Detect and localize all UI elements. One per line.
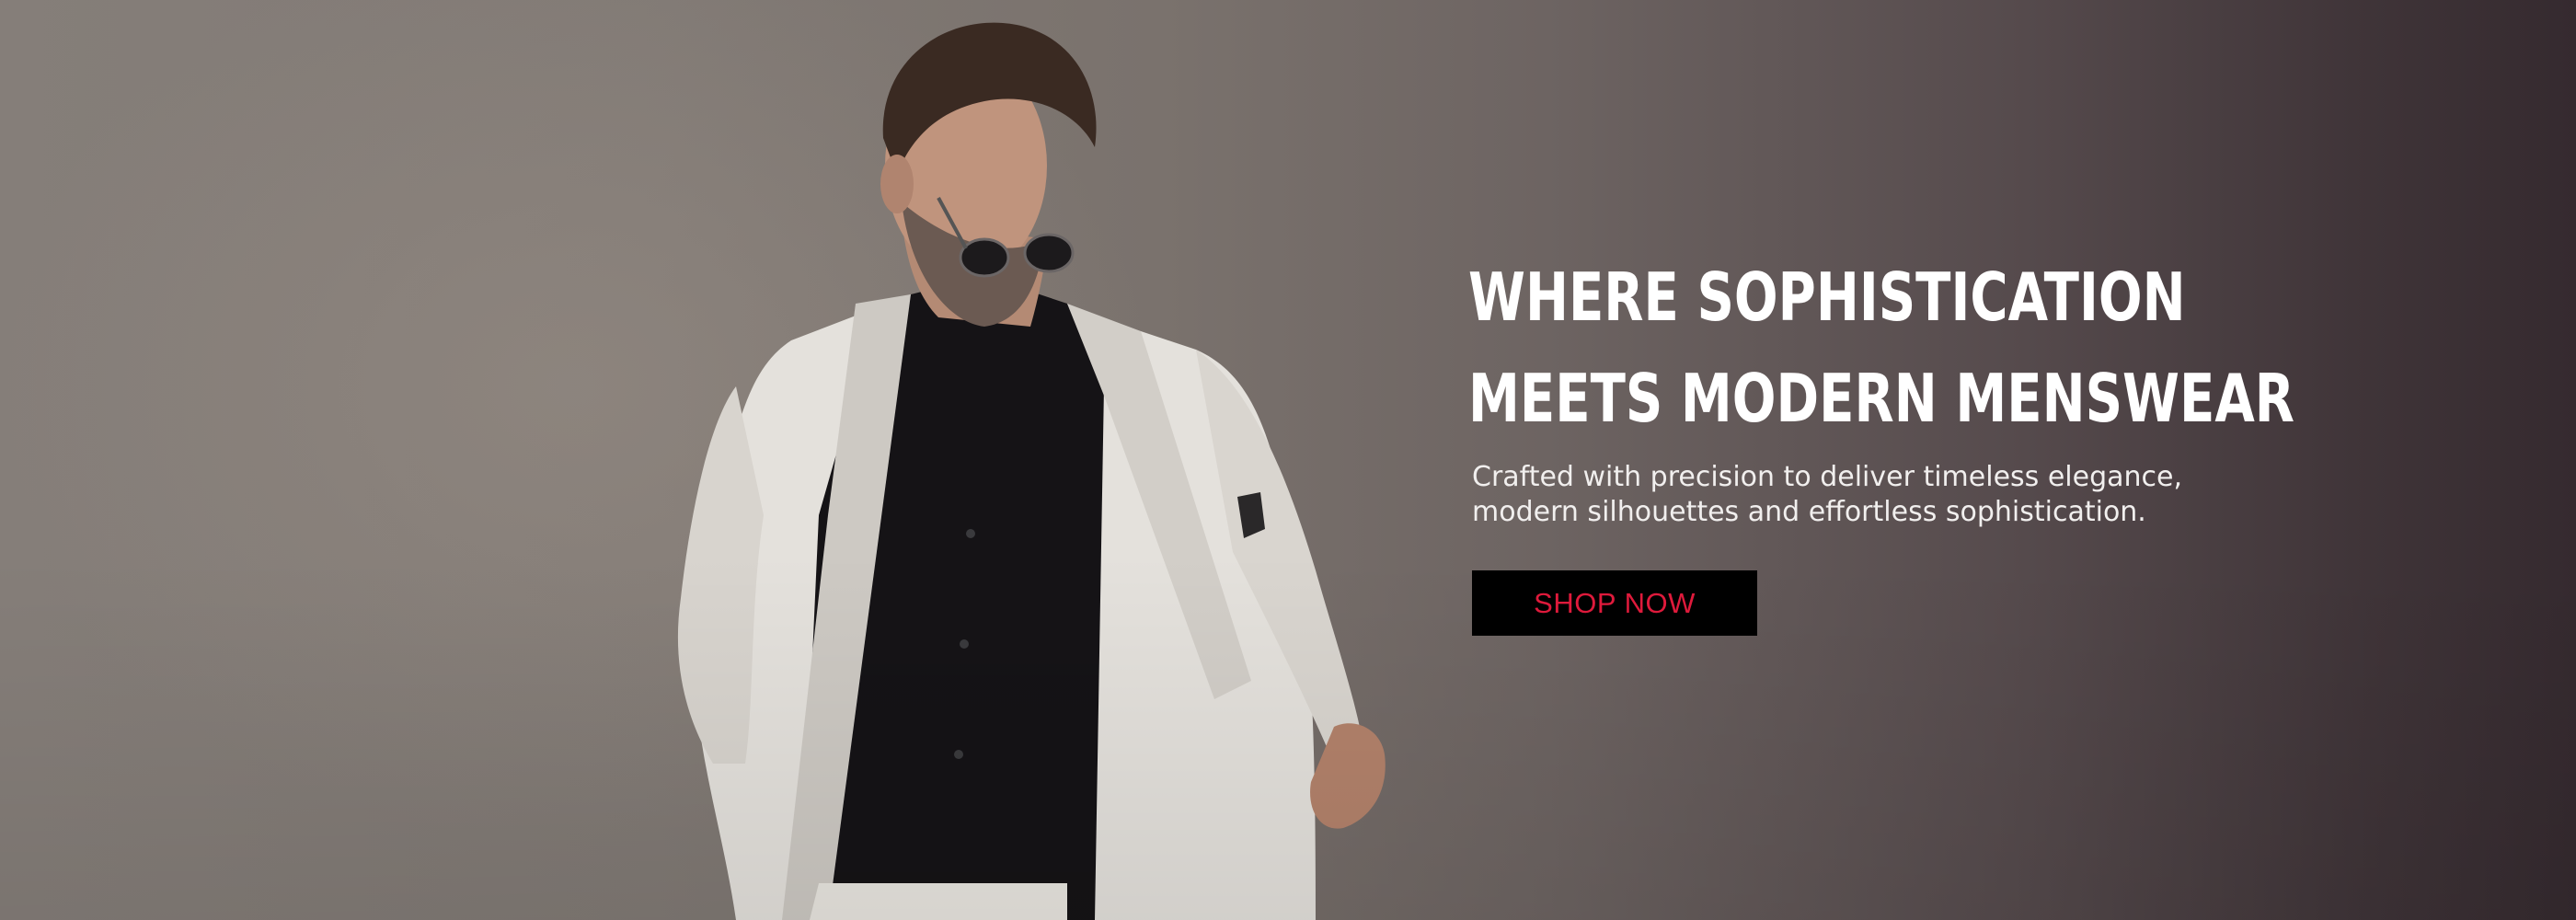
hero-subtext: Crafted with precision to deliver timele…	[1472, 460, 2226, 530]
hero-headline: WHERE SOPHISTICATION MEETS MODERN MENSWE…	[1468, 247, 2295, 449]
subtext-line-2: modern silhouettes and effortless sophis…	[1472, 496, 2146, 528]
model-photo	[552, 0, 1472, 920]
headline-line-1: WHERE SOPHISTICATION	[1468, 259, 2186, 336]
hero-copy: WHERE SOPHISTICATION MEETS MODERN MENSWE…	[1468, 247, 2296, 636]
subtext-line-1: Crafted with precision to deliver timele…	[1472, 461, 2183, 493]
shop-now-button[interactable]: SHOP NOW	[1472, 570, 1757, 636]
hero-banner: WHERE SOPHISTICATION MEETS MODERN MENSWE…	[0, 0, 2576, 920]
headline-line-2: MEETS MODERN MENSWEAR	[1468, 360, 2295, 437]
